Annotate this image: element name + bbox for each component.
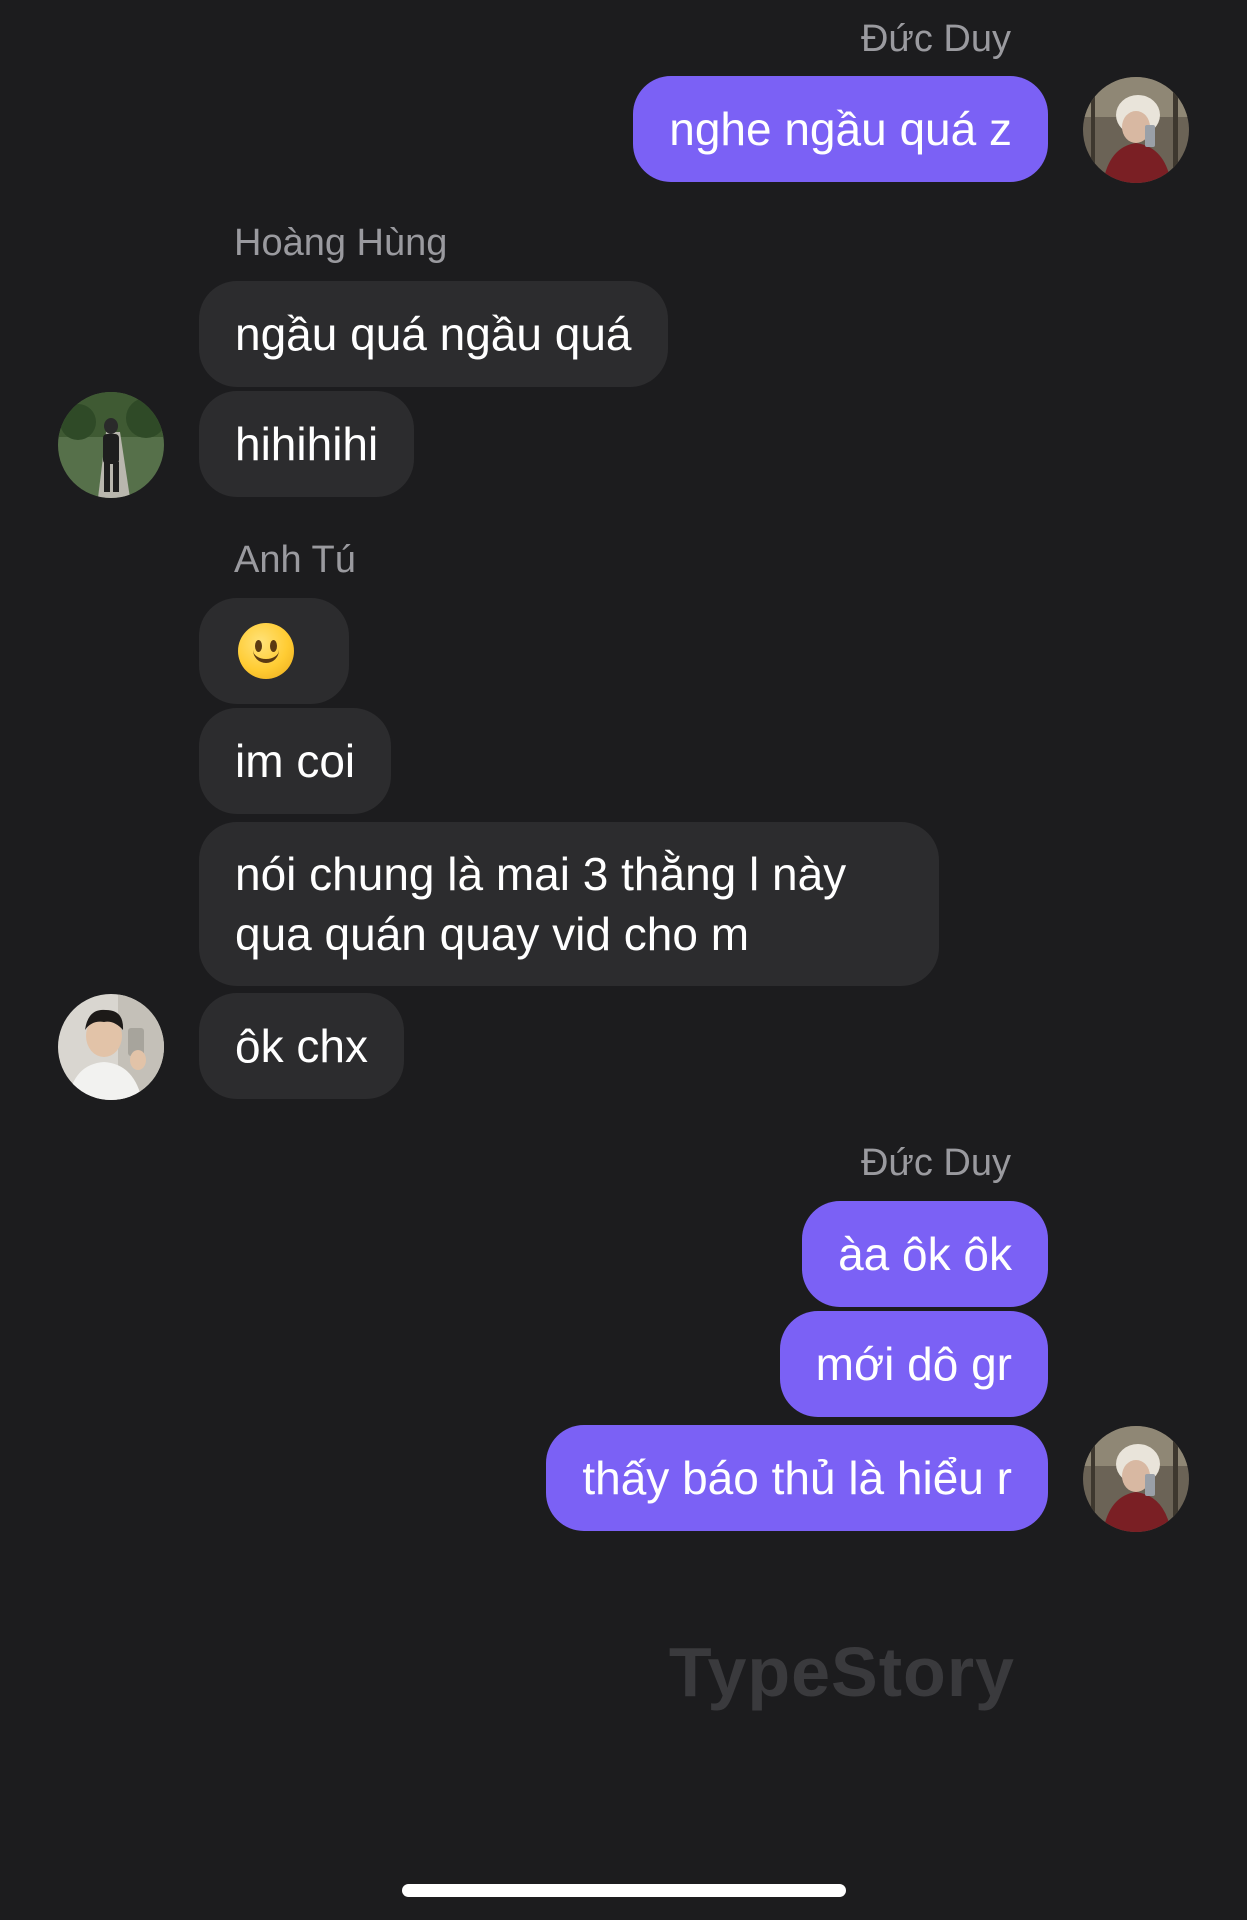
watermark-logo: TypeStory bbox=[668, 1633, 1015, 1711]
sender-name-hoang-hung: Hoàng Hùng bbox=[234, 222, 448, 264]
avatar-duc-duy[interactable] bbox=[1083, 77, 1189, 183]
sender-name-duc-duy: Đức Duy bbox=[860, 1142, 1011, 1184]
avatar-anh-tu[interactable] bbox=[58, 994, 164, 1100]
message-bubble-incoming[interactable]: ôk chx bbox=[199, 993, 404, 1099]
message-bubble-outgoing[interactable]: nghe ngầu quá z bbox=[633, 76, 1048, 182]
home-indicator[interactable] bbox=[402, 1884, 846, 1897]
message-bubble-outgoing[interactable]: mới dô gr bbox=[779, 1311, 1048, 1417]
message-bubble-incoming[interactable]: ngầu quá ngầu quá bbox=[199, 281, 668, 387]
sender-name-anh-tu: Anh Tú bbox=[234, 539, 356, 581]
message-bubble-incoming[interactable]: im coi bbox=[199, 708, 392, 814]
sender-name-duc-duy: Đức Duy bbox=[860, 18, 1011, 60]
avatar-hoang-hung[interactable] bbox=[58, 392, 164, 498]
message-bubble-outgoing[interactable]: thấy báo thủ là hiểu r bbox=[546, 1425, 1048, 1531]
message-bubble-incoming[interactable]: hihihihi bbox=[199, 391, 415, 497]
avatar-duc-duy[interactable] bbox=[1083, 1426, 1189, 1532]
message-bubble-outgoing[interactable]: àa ôk ôk bbox=[802, 1201, 1048, 1307]
message-bubble-incoming-multiline[interactable]: nói chung là mai 3 thằng l này qua quán … bbox=[199, 822, 939, 986]
message-bubble-emoji[interactable] bbox=[199, 598, 349, 704]
slightly-smiling-face-icon bbox=[238, 623, 294, 679]
